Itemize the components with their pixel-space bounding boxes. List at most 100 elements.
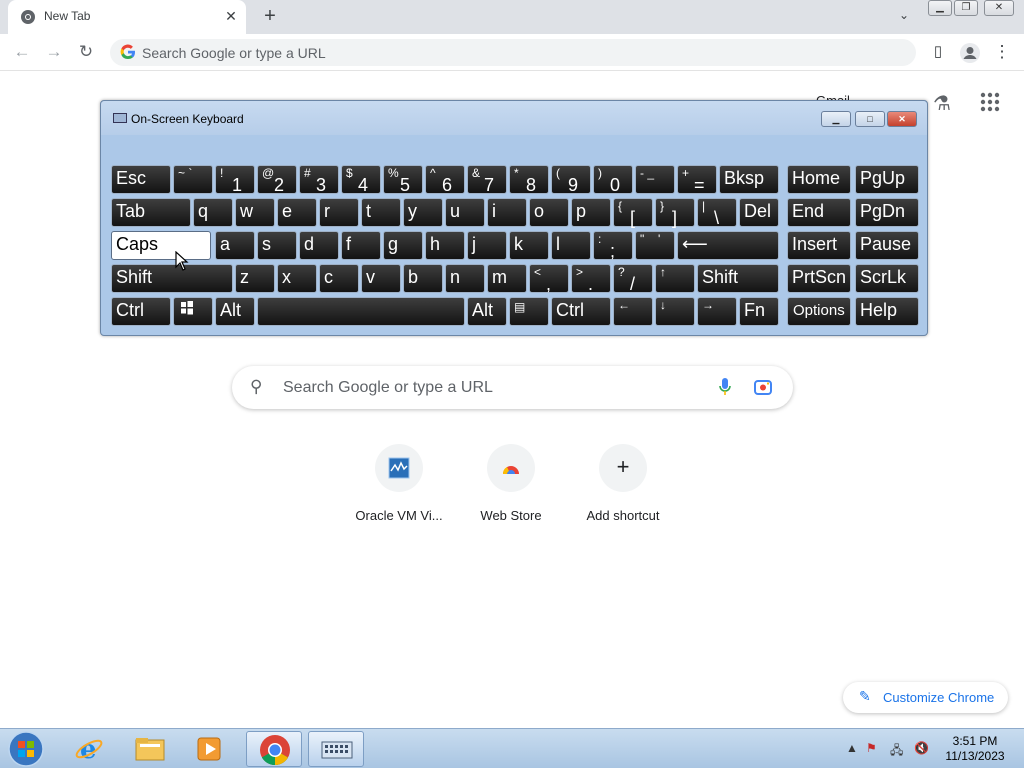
key-5[interactable]: % 5: [383, 165, 423, 195]
taskbar-internet-explorer[interactable]: e: [62, 731, 118, 767]
key-2[interactable]: @2: [257, 165, 297, 195]
tab-search-icon[interactable]: ⌄: [894, 8, 914, 26]
key-q[interactable]: q: [193, 198, 233, 227]
key-pause[interactable]: Pause: [855, 231, 919, 260]
key-caps[interactable]: Caps: [111, 231, 211, 260]
shortcut-web-store[interactable]: Web Store: [455, 440, 567, 530]
key-right-arrow[interactable]: →: [697, 297, 737, 326]
key-pgdn[interactable]: PgDn: [855, 198, 919, 227]
key-g[interactable]: g: [383, 231, 423, 260]
tab-close-button[interactable]: ✕: [222, 7, 240, 25]
google-apps-icon[interactable]: [978, 90, 1002, 114]
shortcut-add[interactable]: + Add shortcut: [567, 440, 679, 530]
key-ctrl-left[interactable]: Ctrl: [111, 297, 171, 326]
key-f[interactable]: f: [341, 231, 381, 260]
key-minus[interactable]: - _: [635, 165, 675, 194]
key-left-bracket[interactable]: {[: [613, 198, 653, 228]
address-bar[interactable]: Search Google or type a URL: [110, 39, 916, 66]
key-b[interactable]: b: [403, 264, 443, 293]
side-panel-icon[interactable]: ▯: [926, 40, 950, 64]
key-d[interactable]: d: [299, 231, 339, 260]
key-prtscn[interactable]: PrtScn: [787, 264, 851, 293]
start-button-icon[interactable]: [6, 730, 46, 768]
key-space[interactable]: [257, 297, 465, 326]
key-right-bracket[interactable]: }]: [655, 198, 695, 228]
back-icon[interactable]: ←: [10, 40, 34, 64]
key-scrlk[interactable]: ScrLk: [855, 264, 919, 293]
key-r[interactable]: r: [319, 198, 359, 227]
osk-title-bar[interactable]: On-Screen Keyboard ▁ □ ✕: [101, 101, 927, 135]
minimize-window-button[interactable]: ▁: [928, 0, 952, 16]
key-6[interactable]: ^ 6: [425, 165, 465, 195]
key-backslash[interactable]: | \: [697, 198, 737, 228]
key-alt-right[interactable]: Alt: [467, 297, 507, 326]
key-0[interactable]: ) 0: [593, 165, 633, 195]
shortcut-oracle-vm[interactable]: Oracle VM Vi...: [343, 440, 455, 530]
action-center-flag-icon[interactable]: ⚑: [866, 741, 877, 755]
key-alt-left[interactable]: Alt: [215, 297, 255, 326]
tab-new-tab[interactable]: New Tab ✕: [8, 0, 246, 34]
key-fn[interactable]: Fn: [739, 297, 779, 326]
key-l[interactable]: l: [551, 231, 591, 260]
key-shift-right[interactable]: Shift: [697, 264, 779, 293]
key-s[interactable]: s: [257, 231, 297, 260]
key-e[interactable]: e: [277, 198, 317, 227]
key-p[interactable]: p: [571, 198, 611, 227]
key-a[interactable]: a: [215, 231, 255, 260]
voice-search-icon[interactable]: [718, 377, 732, 397]
key-y[interactable]: y: [403, 198, 443, 227]
key-period[interactable]: >.: [571, 264, 611, 294]
osk-minimize-button[interactable]: ▁: [821, 111, 851, 127]
key-x[interactable]: x: [277, 264, 317, 293]
network-icon[interactable]: 🖧: [890, 741, 903, 762]
more-menu-icon[interactable]: ⋮: [990, 40, 1014, 64]
key-t[interactable]: t: [361, 198, 401, 227]
key-equals[interactable]: + =: [677, 165, 717, 195]
key-k[interactable]: k: [509, 231, 549, 260]
osk-close-button[interactable]: ✕: [887, 111, 917, 127]
key-home[interactable]: Home: [787, 165, 851, 194]
key-windows[interactable]: [173, 297, 213, 326]
key-backspace[interactable]: Bksp: [719, 165, 779, 194]
taskbar-chrome[interactable]: [246, 731, 302, 767]
labs-flask-icon[interactable]: ⚗: [930, 91, 954, 115]
key-c[interactable]: c: [319, 264, 359, 293]
taskbar-on-screen-keyboard[interactable]: [308, 731, 364, 767]
key-4[interactable]: $4: [341, 165, 381, 195]
reload-icon[interactable]: ↻: [74, 40, 98, 64]
key-m[interactable]: m: [487, 264, 527, 293]
key-insert[interactable]: Insert: [787, 231, 851, 260]
key-down-arrow[interactable]: ↓: [655, 297, 695, 326]
close-window-button[interactable]: ✕: [984, 0, 1014, 16]
key-menu[interactable]: ▤: [509, 297, 549, 326]
key-1[interactable]: ! 1: [215, 165, 255, 195]
osk-maximize-button[interactable]: □: [855, 111, 885, 127]
key-v[interactable]: v: [361, 264, 401, 293]
key-h[interactable]: h: [425, 231, 465, 260]
key-esc[interactable]: Esc: [111, 165, 171, 194]
key-quote[interactable]: " ': [635, 231, 675, 260]
profile-avatar-icon[interactable]: [959, 42, 981, 64]
key-o[interactable]: o: [529, 198, 569, 227]
key-shift-left[interactable]: Shift: [111, 264, 233, 293]
taskbar-media-player[interactable]: [182, 731, 238, 767]
key-w[interactable]: w: [235, 198, 275, 227]
customize-chrome-button[interactable]: ✎ Customize Chrome: [843, 682, 1008, 713]
key-help[interactable]: Help: [855, 297, 919, 326]
key-enter[interactable]: ⟵: [677, 231, 779, 260]
key-end[interactable]: End: [787, 198, 851, 227]
forward-icon[interactable]: →: [42, 40, 66, 64]
key-z[interactable]: z: [235, 264, 275, 293]
key-j[interactable]: j: [467, 231, 507, 260]
ntp-search-box[interactable]: ⚲ Search Google or type a URL: [232, 366, 793, 409]
taskbar-file-explorer[interactable]: [122, 731, 178, 767]
key-left-arrow[interactable]: ←: [613, 297, 653, 326]
key-tab[interactable]: Tab: [111, 198, 191, 227]
key-n[interactable]: n: [445, 264, 485, 293]
key-pgup[interactable]: PgUp: [855, 165, 919, 194]
key-i[interactable]: i: [487, 198, 527, 227]
volume-muted-icon[interactable]: 🔇: [914, 741, 929, 755]
restore-window-button[interactable]: ❐: [954, 0, 978, 16]
key-options[interactable]: Options: [787, 297, 851, 326]
key-del[interactable]: Del: [739, 198, 779, 227]
